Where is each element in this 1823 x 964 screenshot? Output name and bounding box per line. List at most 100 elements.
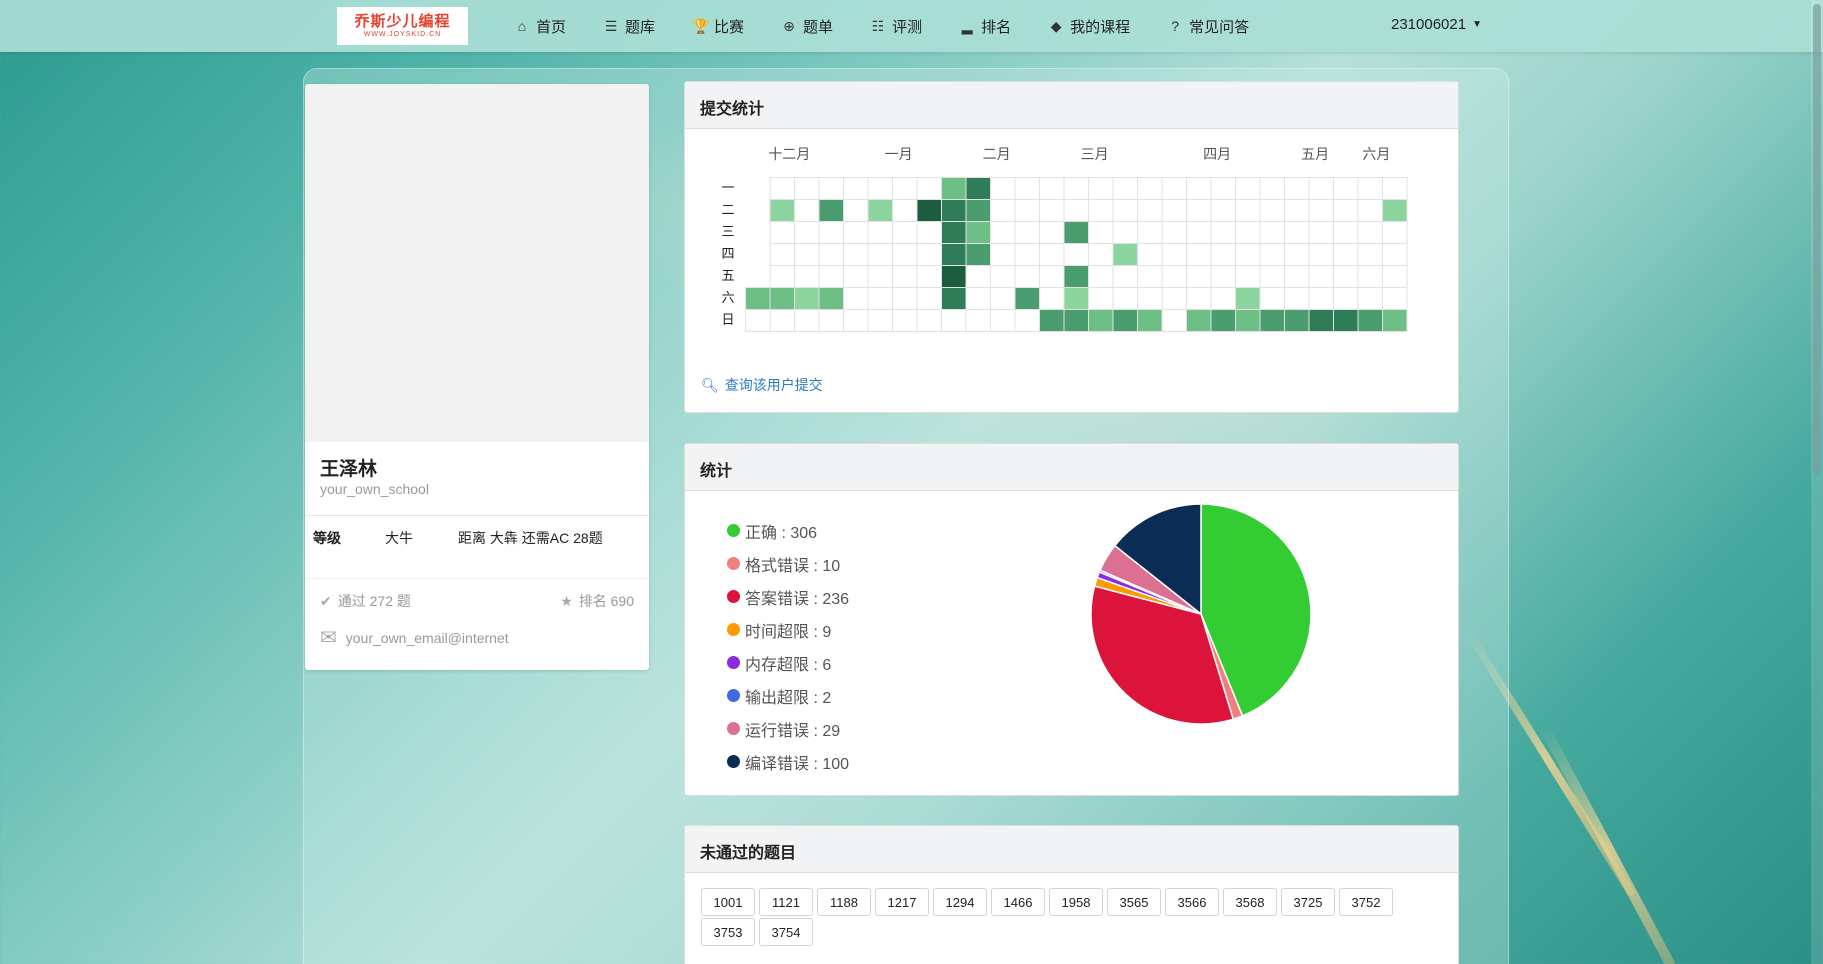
heatmap-cell[interactable] [1039,221,1065,244]
heatmap-cell[interactable] [1063,265,1089,288]
heatmap-cell[interactable] [769,265,795,288]
heatmap-cell[interactable] [867,265,893,288]
heatmap-cell[interactable] [867,309,893,332]
heatmap-cell[interactable] [941,309,967,332]
heatmap-cell[interactable] [916,199,942,222]
heatmap-cell[interactable] [794,177,820,200]
heatmap-cell[interactable] [1382,199,1408,222]
heatmap-cell[interactable] [1259,287,1285,310]
nav-item-7[interactable]: ? 常见问答 [1167,16,1249,37]
heatmap-cell[interactable] [1039,199,1065,222]
problem-tag[interactable]: 3565 [1107,888,1161,916]
heatmap-cell[interactable] [1014,309,1040,332]
heatmap-cell[interactable] [1284,221,1310,244]
problem-tag[interactable]: 3754 [759,918,813,946]
heatmap-cell[interactable] [990,199,1016,222]
heatmap-cell[interactable] [1014,199,1040,222]
heatmap-cell[interactable] [1382,265,1408,288]
problem-tag[interactable]: 3568 [1223,888,1277,916]
problem-tag[interactable]: 1294 [933,888,987,916]
nav-item-1[interactable]: ☰ 题库 [603,16,655,37]
heatmap-cell[interactable] [1382,309,1408,332]
heatmap-cell[interactable] [1088,265,1114,288]
heatmap-cell[interactable] [990,265,1016,288]
heatmap-cell[interactable] [745,309,771,332]
heatmap-cell[interactable] [769,199,795,222]
heatmap-cell[interactable] [843,309,869,332]
heatmap-cell[interactable] [1137,177,1163,200]
heatmap-cell[interactable] [1284,309,1310,332]
heatmap-cell[interactable] [941,177,967,200]
nav-item-2[interactable]: 🏆 比赛 [692,16,744,37]
heatmap-cell[interactable] [1039,287,1065,310]
heatmap-cell[interactable] [867,243,893,266]
heatmap-cell[interactable] [1063,221,1089,244]
heatmap-cell[interactable] [1137,309,1163,332]
heatmap-cell[interactable] [965,287,991,310]
heatmap-cell[interactable] [1235,309,1261,332]
heatmap-cell[interactable] [1014,243,1040,266]
heatmap-cell[interactable] [1137,287,1163,310]
heatmap-cell[interactable] [916,265,942,288]
heatmap-cell[interactable] [769,309,795,332]
problem-tag[interactable]: 3752 [1339,888,1393,916]
heatmap-cell[interactable] [1186,177,1212,200]
heatmap-cell[interactable] [867,287,893,310]
heatmap-cell[interactable] [1308,243,1334,266]
heatmap-cell[interactable] [1308,199,1334,222]
heatmap-cell[interactable] [1186,265,1212,288]
problem-tag[interactable]: 3566 [1165,888,1219,916]
heatmap-cell[interactable] [1259,199,1285,222]
heatmap-cell[interactable] [1088,221,1114,244]
heatmap-cell[interactable] [818,199,844,222]
heatmap-cell[interactable] [1088,177,1114,200]
heatmap-cell[interactable] [941,199,967,222]
heatmap-cell[interactable] [794,309,820,332]
heatmap-cell[interactable] [892,199,918,222]
heatmap-cell[interactable] [1186,221,1212,244]
heatmap-cell[interactable] [1063,309,1089,332]
heatmap-cell[interactable] [1063,243,1089,266]
heatmap-cell[interactable] [1259,177,1285,200]
heatmap-cell[interactable] [1161,243,1187,266]
heatmap-cell[interactable] [1333,309,1359,332]
heatmap-cell[interactable] [843,243,869,266]
heatmap-cell[interactable] [1088,243,1114,266]
heatmap-cell[interactable] [1063,177,1089,200]
heatmap-cell[interactable] [1112,243,1138,266]
problem-tag[interactable]: 3725 [1281,888,1335,916]
heatmap-cell[interactable] [941,287,967,310]
heatmap-cell[interactable] [990,243,1016,266]
heatmap-cell[interactable] [1284,265,1310,288]
heatmap-cell[interactable] [1308,287,1334,310]
heatmap-cell[interactable] [1235,199,1261,222]
heatmap-cell[interactable] [1284,177,1310,200]
heatmap-cell[interactable] [1161,287,1187,310]
heatmap-cell[interactable] [794,265,820,288]
heatmap-cell[interactable] [1357,309,1383,332]
heatmap-cell[interactable] [1063,199,1089,222]
heatmap-cell[interactable] [1333,177,1359,200]
heatmap-cell[interactable] [1284,199,1310,222]
heatmap-cell[interactable] [769,287,795,310]
heatmap-cell[interactable] [965,221,991,244]
heatmap-cell[interactable] [867,199,893,222]
heatmap-cell[interactable] [1088,287,1114,310]
heatmap-cell[interactable] [1333,287,1359,310]
heatmap-cell[interactable] [1210,243,1236,266]
heatmap-cell[interactable] [990,177,1016,200]
heatmap-cell[interactable] [1333,221,1359,244]
heatmap-cell[interactable] [1235,265,1261,288]
heatmap-cell[interactable] [1063,287,1089,310]
heatmap-cell[interactable] [1235,221,1261,244]
heatmap-cell[interactable] [1382,287,1408,310]
heatmap-cell[interactable] [745,287,771,310]
heatmap-cell[interactable] [818,309,844,332]
heatmap-cell[interactable] [1210,177,1236,200]
heatmap-cell[interactable] [1210,265,1236,288]
heatmap-cell[interactable] [843,221,869,244]
heatmap-cell[interactable] [1357,265,1383,288]
heatmap-cell[interactable] [1161,221,1187,244]
legend-item[interactable]: 格式错误 : 10 [727,547,849,580]
heatmap-cell[interactable] [1210,287,1236,310]
